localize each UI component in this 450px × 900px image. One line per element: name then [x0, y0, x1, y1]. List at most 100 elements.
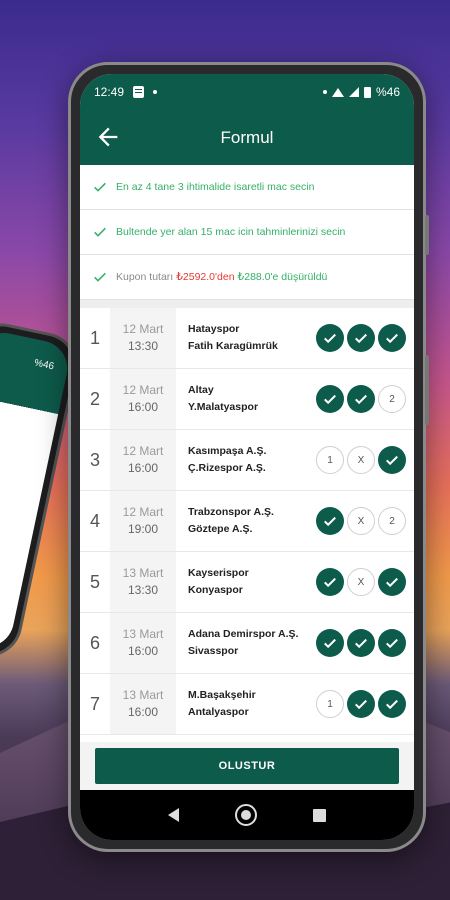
- pick-2[interactable]: 2: [378, 385, 406, 413]
- pick-1-selected[interactable]: [347, 629, 375, 657]
- away-team: Ç.Rizespor A.Ş.: [188, 462, 266, 474]
- match-date: 12 Mart: [122, 383, 164, 397]
- pick-0-selected[interactable]: [316, 629, 344, 657]
- check-icon: [324, 577, 336, 588]
- match-time: 13:30: [127, 339, 159, 353]
- away-team: Antalyaspor: [188, 706, 249, 718]
- check-icon: [355, 333, 367, 344]
- check-icon: [386, 333, 398, 344]
- olustur-button[interactable]: OLUSTUR: [95, 748, 399, 784]
- pick-2-selected[interactable]: [378, 629, 406, 657]
- pick-0-selected[interactable]: [316, 568, 344, 596]
- match-date: 13 Mart: [122, 688, 164, 702]
- back-arrow-icon[interactable]: [94, 123, 122, 151]
- match-datetime: 13 Mart 16:00: [110, 674, 176, 734]
- system-nav-bar: [80, 790, 414, 840]
- background-phone-screen: %46: [0, 327, 73, 653]
- check-icon: [324, 333, 336, 344]
- home-team: M.Başakşehir: [188, 689, 256, 701]
- check-icon: [386, 577, 398, 588]
- match-row: 4 12 Mart 19:00 Trabzonspor A.Ş. Göztepe A.Ş…: [80, 491, 414, 552]
- check-icon: [355, 394, 367, 405]
- match-date: 12 Mart: [122, 444, 164, 458]
- match-date: 13 Mart: [122, 627, 164, 641]
- power-button: [425, 355, 429, 425]
- pick-2-selected[interactable]: [378, 446, 406, 474]
- match-time: 16:00: [127, 400, 159, 414]
- info-row-coupon: Kupon tutarı ₺2592.0'den ₺288.0'e düşürü…: [80, 255, 414, 300]
- pick-1[interactable]: X: [347, 507, 375, 535]
- match-time: 16:00: [127, 705, 159, 719]
- wifi-icon: [331, 87, 344, 97]
- pick-1-selected[interactable]: [347, 324, 375, 352]
- check-icon: [324, 394, 336, 405]
- pick-2-selected[interactable]: [378, 324, 406, 352]
- bottom-action-area: OLUSTUR: [80, 742, 414, 790]
- match-teams: Altay Y.Malatyaspor: [176, 369, 316, 429]
- match-teams: Trabzonspor A.Ş. Göztepe A.Ş.: [176, 491, 316, 551]
- check-icon: [386, 455, 398, 466]
- home-team: Trabzonspor A.Ş.: [188, 506, 274, 518]
- match-datetime: 12 Mart 16:00: [110, 369, 176, 429]
- match-time: 16:00: [127, 644, 159, 658]
- app-bar: Formul: [80, 110, 414, 165]
- nav-back-icon[interactable]: [168, 808, 179, 822]
- check-icon: [355, 699, 367, 710]
- volume-button: [425, 215, 429, 255]
- pick-0-selected[interactable]: [316, 324, 344, 352]
- match-picks: 2: [316, 369, 414, 429]
- battery-icon: [363, 86, 371, 98]
- phone-frame: 12:49 %46 Formul En az 4 tane 3 ihtimali…: [68, 62, 429, 852]
- match-row: 1 12 Mart 13:30 Hatayspor Fatih Karagümrük: [80, 308, 414, 369]
- match-teams: M.Başakşehir Antalyaspor: [176, 674, 316, 734]
- match-date: 12 Mart: [122, 322, 164, 336]
- pick-0[interactable]: 1: [316, 446, 344, 474]
- pick-0[interactable]: 1: [316, 690, 344, 718]
- away-team: Göztepe A.Ş.: [188, 523, 253, 535]
- match-datetime: 12 Mart 13:30: [110, 308, 176, 368]
- pick-1[interactable]: X: [347, 568, 375, 596]
- away-team: Konyaspor: [188, 584, 243, 596]
- match-picks: X: [316, 552, 414, 612]
- status-bar: 12:49 %46: [80, 74, 414, 110]
- match-datetime: 12 Mart 19:00: [110, 491, 176, 551]
- coupon-old-amount: ₺2592.0'den: [176, 271, 235, 283]
- away-team: Y.Malatyaspor: [188, 401, 259, 413]
- match-picks: [316, 308, 414, 368]
- match-date: 13 Mart: [122, 566, 164, 580]
- pick-1-selected[interactable]: [347, 690, 375, 718]
- match-number: 5: [89, 571, 100, 592]
- home-team: Kayserispor: [188, 567, 249, 579]
- info-row-rule-1: En az 4 tane 3 ihtimalide isaretli mac s…: [80, 165, 414, 210]
- pick-1-selected[interactable]: [347, 385, 375, 413]
- match-time: 16:00: [127, 461, 159, 475]
- match-row: 3 12 Mart 16:00 Kasımpaşa A.Ş. Ç.Rizespor A.…: [80, 430, 414, 491]
- notification-icon: [133, 86, 145, 98]
- home-team: Adana Demirspor A.Ş.: [188, 628, 299, 640]
- pick-0-selected[interactable]: [316, 507, 344, 535]
- match-row: 7 13 Mart 16:00 M.Başakşehir Antalyaspor 1: [80, 674, 414, 735]
- match-picks: [316, 613, 414, 673]
- pick-1[interactable]: X: [347, 446, 375, 474]
- info-row-rule-2: Bultende yer alan 15 mac icin tahminleri…: [80, 210, 414, 255]
- nav-recent-apps-icon[interactable]: [313, 808, 326, 822]
- match-row: 2 12 Mart 16:00 Altay Y.Malatyaspor 2: [80, 369, 414, 430]
- pick-2-selected[interactable]: [378, 568, 406, 596]
- nav-home-icon[interactable]: [235, 804, 257, 826]
- match-row: 6 13 Mart 16:00 Adana Demirspor A.Ş. Sivassp…: [80, 613, 414, 674]
- match-number: 7: [89, 693, 100, 714]
- page-title: Formul: [220, 127, 274, 147]
- check-icon: [94, 227, 106, 237]
- check-icon: [94, 272, 106, 282]
- match-picks: 1: [316, 674, 414, 734]
- background-phone-battery: %46: [33, 357, 55, 373]
- pick-0-selected[interactable]: [316, 385, 344, 413]
- match-time: 13:30: [127, 583, 159, 597]
- match-number: 3: [89, 449, 100, 470]
- match-list: 1 12 Mart 13:30 Hatayspor Fatih Karagümrük 2 1…: [80, 308, 414, 749]
- pick-2-selected[interactable]: [378, 690, 406, 718]
- away-team: Sivasspor: [188, 645, 239, 657]
- match-number: 4: [89, 510, 100, 531]
- pick-2[interactable]: 2: [378, 507, 406, 535]
- coupon-new-amount: ₺288.0'e düşürüldü: [237, 271, 328, 283]
